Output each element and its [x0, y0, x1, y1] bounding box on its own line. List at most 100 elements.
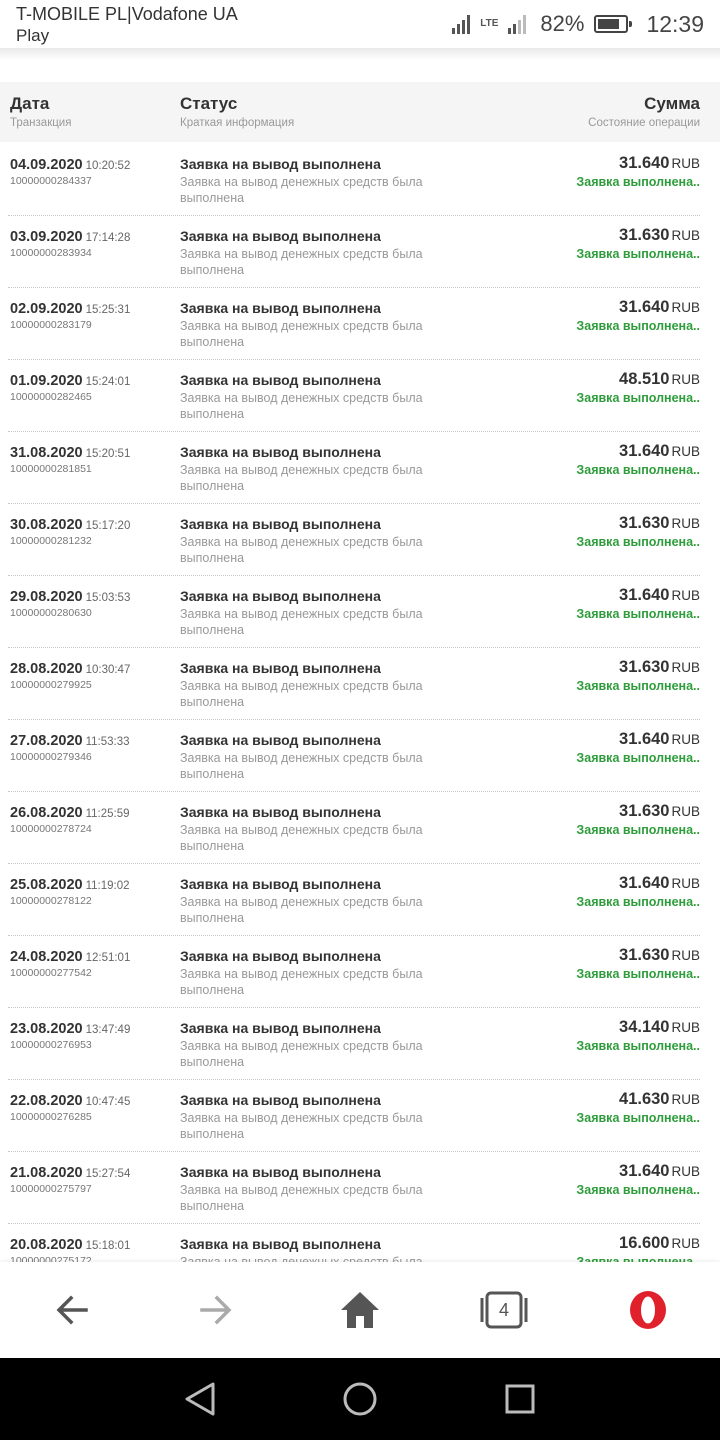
transaction-amount: 31.640	[619, 154, 670, 172]
status-title: Заявка на вывод выполнена	[180, 372, 381, 388]
table-row[interactable]: 30.08.2020 15:17:20 10000000281232 Заявка…	[0, 504, 720, 576]
transactions-list[interactable]: 04.09.2020 10:20:52 10000000284337 Заявка…	[0, 144, 720, 1262]
table-row[interactable]: 21.08.2020 15:27:54 10000000275797 Заявка…	[0, 1152, 720, 1224]
transaction-date-cell: 27.08.2020 11:53:33 10000000279346	[10, 732, 130, 763]
transaction-id: 10000000276953	[10, 1039, 92, 1051]
status-title: Заявка на вывод выполнена	[180, 300, 381, 316]
status-icons: LTE 82% 12:39	[450, 8, 704, 40]
transaction-id: 10000000279925	[10, 679, 92, 691]
transaction-date: 27.08.2020	[10, 733, 83, 749]
transaction-currency: RUB	[671, 156, 700, 171]
operation-state: Заявка выполнена..	[576, 1111, 700, 1125]
table-row[interactable]: 29.08.2020 15:03:53 10000000280630 Заявка…	[0, 576, 720, 648]
status-description: Заявка на вывод денежных средств была вы…	[180, 319, 423, 349]
table-row[interactable]: 28.08.2020 10:30:47 10000000279925 Заявка…	[0, 648, 720, 720]
transaction-date: 22.08.2020	[10, 1093, 83, 1109]
table-row[interactable]: 20.08.2020 15:18:01 10000000275172 Заявка…	[0, 1224, 720, 1262]
operation-state: Заявка выполнена..	[576, 535, 700, 549]
back-button[interactable]	[48, 1286, 96, 1334]
transaction-status-cell: Заявка на вывод выполнена Заявка на выво…	[180, 1092, 460, 1142]
status-title: Заявка на вывод выполнена	[180, 1092, 381, 1108]
transaction-amount: 31.640	[619, 298, 670, 316]
status-description: Заявка на вывод денежных средств была вы…	[180, 1111, 423, 1141]
nav-back-triangle-icon	[185, 1382, 215, 1416]
transaction-amount: 41.630	[619, 1090, 670, 1108]
transaction-date: 25.08.2020	[10, 877, 83, 893]
transaction-sum-cell: 31.630 RUB Заявка выполнена..	[576, 514, 700, 549]
nav-recents-button[interactable]	[500, 1379, 540, 1419]
transaction-date-cell: 28.08.2020 10:30:47 10000000279925	[10, 660, 130, 691]
transaction-sum-cell: 31.640 RUB Заявка выполнена..	[576, 874, 700, 909]
transaction-sum-cell: 31.640 RUB Заявка выполнена..	[576, 442, 700, 477]
status-description: Заявка на вывод денежных средств была вы…	[180, 679, 423, 709]
transaction-date: 24.08.2020	[10, 949, 83, 965]
operation-state: Заявка выполнена..	[576, 319, 700, 333]
table-row[interactable]: 27.08.2020 11:53:33 10000000279346 Заявка…	[0, 720, 720, 792]
transaction-date: 30.08.2020	[10, 517, 83, 533]
forward-button[interactable]	[192, 1286, 240, 1334]
transaction-status-cell: Заявка на вывод выполнена Заявка на выво…	[180, 876, 460, 926]
browser-toolbar: 4	[0, 1262, 720, 1358]
table-row[interactable]: 01.09.2020 15:24:01 10000000282465 Заявка…	[0, 360, 720, 432]
table-row[interactable]: 02.09.2020 15:25:31 10000000283179 Заявка…	[0, 288, 720, 360]
home-button[interactable]	[336, 1286, 384, 1334]
transaction-currency: RUB	[671, 804, 700, 819]
table-row[interactable]: 24.08.2020 12:51:01 10000000277542 Заявка…	[0, 936, 720, 1008]
status-bar: T-MOBILE PL|Vodafone UA Play LTE 82% 12:…	[0, 0, 720, 48]
table-row[interactable]: 25.08.2020 11:19:02 10000000278122 Заявка…	[0, 864, 720, 936]
transaction-date-cell: 24.08.2020 12:51:01 10000000277542	[10, 948, 130, 979]
transaction-id: 10000000277542	[10, 967, 92, 979]
opera-menu-button[interactable]	[624, 1286, 672, 1334]
status-title: Заявка на вывод выполнена	[180, 516, 381, 532]
transaction-id: 10000000284337	[10, 175, 92, 187]
transaction-time: 15:27:54	[85, 1168, 131, 1180]
transaction-time: 15:20:51	[85, 448, 131, 460]
transaction-date-cell: 23.08.2020 13:47:49 10000000276953	[10, 1020, 130, 1051]
transaction-id: 10000000279346	[10, 751, 92, 763]
transaction-amount: 31.630	[619, 946, 670, 964]
transaction-amount: 31.640	[619, 1162, 670, 1180]
status-description: Заявка на вывод денежных средств была вы…	[180, 1039, 423, 1069]
status-title: Заявка на вывод выполнена	[180, 1236, 381, 1252]
transaction-id: 10000000281851	[10, 463, 92, 475]
tabs-count: 4	[498, 1299, 509, 1320]
transaction-currency: RUB	[671, 1236, 700, 1251]
transaction-status-cell: Заявка на вывод выполнена Заявка на выво…	[180, 1164, 460, 1214]
status-title: Заявка на вывод выполнена	[180, 1020, 381, 1036]
transaction-currency: RUB	[671, 1020, 700, 1035]
transaction-sum-cell: 31.630 RUB Заявка выполнена..	[576, 946, 700, 981]
transaction-currency: RUB	[671, 660, 700, 675]
transaction-sum-cell: 31.630 RUB Заявка выполнена..	[576, 802, 700, 837]
transaction-date-cell: 01.09.2020 15:24:01 10000000282465	[10, 372, 130, 403]
transaction-date: 20.08.2020	[10, 1237, 83, 1253]
transaction-amount: 48.510	[619, 370, 670, 388]
transaction-time: 13:47:49	[85, 1024, 131, 1036]
operation-state: Заявка выполнена..	[576, 391, 700, 405]
transaction-status-cell: Заявка на вывод выполнена Заявка на выво…	[180, 588, 460, 638]
nav-home-button[interactable]	[340, 1379, 380, 1419]
transaction-sum-cell: 31.640 RUB Заявка выполнена..	[576, 730, 700, 765]
transaction-time: 11:19:02	[85, 880, 130, 892]
table-row[interactable]: 22.08.2020 10:47:45 10000000276285 Заявка…	[0, 1080, 720, 1152]
transaction-id: 10000000280630	[10, 607, 92, 619]
transaction-time: 11:25:59	[85, 808, 130, 820]
status-description: Заявка на вывод денежных средств была вы…	[180, 751, 423, 781]
table-row[interactable]: 31.08.2020 15:20:51 10000000281851 Заявка…	[0, 432, 720, 504]
nav-back-button[interactable]	[180, 1379, 220, 1419]
transaction-amount: 31.640	[619, 730, 670, 748]
transaction-status-cell: Заявка на вывод выполнена Заявка на выво…	[180, 300, 460, 350]
clock: 12:39	[646, 10, 704, 37]
transaction-sum-cell: 16.600 RUB Заявка выполнена..	[576, 1234, 700, 1262]
transaction-status-cell: Заявка на вывод выполнена Заявка на выво…	[180, 156, 460, 206]
tabs-button[interactable]: 4	[480, 1286, 528, 1334]
transaction-currency: RUB	[671, 876, 700, 891]
operation-state: Заявка выполнена..	[576, 895, 700, 909]
transaction-status-cell: Заявка на вывод выполнена Заявка на выво…	[180, 228, 460, 278]
transaction-sum-cell: 31.630 RUB Заявка выполнена..	[576, 226, 700, 261]
table-row[interactable]: 03.09.2020 17:14:28 10000000283934 Заявка…	[0, 216, 720, 288]
operation-state: Заявка выполнена..	[576, 679, 700, 693]
table-row[interactable]: 23.08.2020 13:47:49 10000000276953 Заявка…	[0, 1008, 720, 1080]
transaction-date: 01.09.2020	[10, 373, 83, 389]
table-row[interactable]: 04.09.2020 10:20:52 10000000284337 Заявка…	[0, 144, 720, 216]
table-row[interactable]: 26.08.2020 11:25:59 10000000278724 Заявка…	[0, 792, 720, 864]
